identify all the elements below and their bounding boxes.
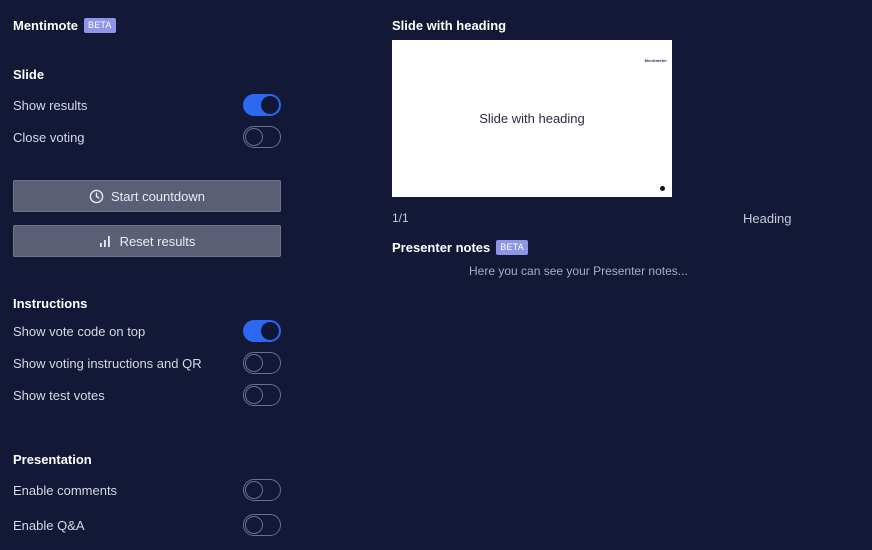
section-heading-presentation: Presentation	[13, 452, 92, 467]
setting-close-voting: Close voting	[13, 125, 281, 149]
setting-enable-qa: Enable Q&A	[13, 513, 281, 537]
beta-badge: BETA	[84, 18, 116, 33]
reset-results-button[interactable]: Reset results	[13, 225, 281, 257]
presenter-notes-text: Here you can see your Presenter notes...	[469, 264, 688, 278]
setting-label: Show test votes	[13, 387, 105, 403]
setting-show-test-votes: Show test votes	[13, 383, 281, 407]
setting-label: Enable comments	[13, 482, 118, 498]
beta-badge: BETA	[496, 240, 528, 255]
reset-results-label: Reset results	[119, 233, 196, 249]
setting-show-results: Show results	[13, 93, 281, 117]
toggle-knob	[261, 96, 279, 114]
toggle-knob	[261, 322, 279, 340]
start-countdown-label: Start countdown	[111, 188, 205, 204]
slide-preview-title: Slide with heading	[392, 18, 507, 33]
enable-comments-toggle[interactable]	[243, 479, 281, 501]
app-title-text: Mentimote	[13, 18, 78, 33]
toggle-knob	[245, 127, 263, 146]
toggle-knob	[245, 480, 263, 499]
start-countdown-button[interactable]: Start countdown	[13, 180, 281, 212]
enable-qa-toggle[interactable]	[243, 514, 281, 536]
section-heading-instructions: Instructions	[13, 296, 88, 311]
presenter-notes-header: Presenter notes BETA	[392, 240, 528, 255]
toggle-knob	[245, 353, 263, 372]
presenter-notes-title: Presenter notes	[392, 240, 491, 255]
setting-show-instructions-qr: Show voting instructions and QR	[13, 351, 281, 375]
setting-show-vote-code: Show vote code on top	[13, 319, 281, 343]
setting-label: Show vote code on top	[13, 323, 146, 339]
slide-corner-icon	[660, 186, 665, 191]
setting-enable-comments: Enable comments	[13, 478, 281, 502]
mentimeter-logo: Mentimeter	[644, 58, 667, 63]
setting-label: Close voting	[13, 129, 85, 145]
setting-label: Show voting instructions and QR	[13, 355, 202, 371]
slide-counter: 1/1	[392, 211, 409, 225]
slide-type-label: Heading	[743, 211, 792, 226]
section-heading-slide: Slide	[13, 67, 45, 82]
bar-chart-icon	[99, 234, 113, 248]
show-results-toggle[interactable]	[243, 94, 281, 116]
show-test-votes-toggle[interactable]	[243, 384, 281, 406]
slide-heading-text: Slide with heading	[479, 111, 585, 126]
close-voting-toggle[interactable]	[243, 126, 281, 148]
setting-label: Show results	[13, 97, 88, 113]
clock-icon	[89, 189, 104, 204]
toggle-knob	[245, 385, 263, 404]
toggle-knob	[245, 515, 263, 534]
show-vote-code-toggle[interactable]	[243, 320, 281, 342]
setting-label: Enable Q&A	[13, 517, 85, 533]
slide-preview[interactable]: Mentimeter Slide with heading	[392, 40, 672, 197]
show-instructions-qr-toggle[interactable]	[243, 352, 281, 374]
app-title: Mentimote BETA	[13, 18, 116, 33]
